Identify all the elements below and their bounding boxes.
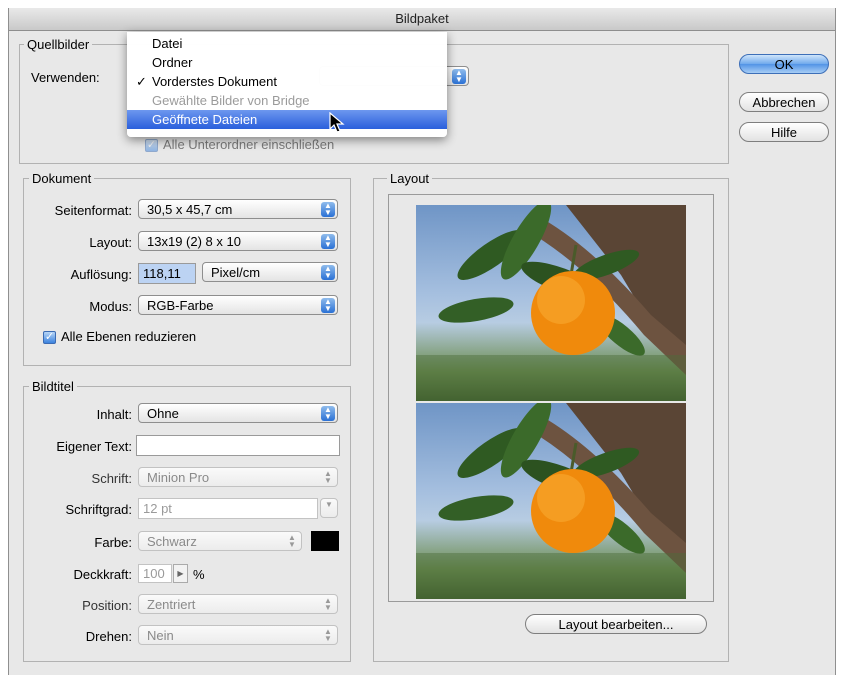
menu-item-frontmost-document[interactable]: ✓ Vorderstes Dokument xyxy=(127,72,447,91)
preview-image-bottom xyxy=(416,403,686,599)
font-value: Minion Pro xyxy=(147,470,210,485)
resolution-unit-value: Pixel/cm xyxy=(211,265,261,280)
layout-value: 13x19 (2) 8 x 10 xyxy=(147,234,241,249)
checkmark-icon: ✓ xyxy=(136,74,147,89)
caption-legend: Bildtitel xyxy=(29,379,77,394)
resolution-value: 118,11 xyxy=(143,266,181,281)
popup-arrows-icon: ▲ ▼ xyxy=(321,406,335,421)
mouse-cursor-icon xyxy=(329,112,345,133)
edit-layout-button[interactable]: Layout bearbeiten... xyxy=(525,614,707,634)
popup-arrows-icon: ▲ ▼ xyxy=(321,265,335,280)
popup-arrows-icon: ▲ ▼ xyxy=(321,234,335,249)
font-size-label: Schriftgrad: xyxy=(65,502,132,517)
mode-select[interactable]: RGB-Farbe ▲ ▼ xyxy=(138,295,338,315)
popup-arrows-icon: ▲ ▼ xyxy=(324,596,332,612)
color-select[interactable]: Schwarz ▲ ▼ xyxy=(138,531,302,551)
flatten-layers-checkbox[interactable]: ✓ xyxy=(43,331,56,344)
opacity-label: Deckkraft: xyxy=(73,567,132,582)
document-legend: Dokument xyxy=(29,171,95,186)
menu-item-label: Datei xyxy=(152,36,183,51)
include-subfolders-checkbox[interactable]: ✓ xyxy=(145,139,158,152)
font-select[interactable]: Minion Pro ▲ ▼ xyxy=(138,467,338,487)
caption-group xyxy=(23,386,351,662)
position-label: Position: xyxy=(82,598,132,613)
cancel-button[interactable]: Abbrechen xyxy=(739,92,829,112)
layout-preview-page xyxy=(388,194,714,602)
include-subfolders-label: Alle Unterordner einschließen xyxy=(163,137,335,152)
use-label: Verwenden: xyxy=(31,70,100,85)
resolution-input[interactable]: 118,11 xyxy=(138,263,196,284)
font-size-value: 12 pt xyxy=(143,501,172,516)
flatten-layers-label: Alle Ebenen reduzieren xyxy=(61,329,197,344)
menu-item-label: Vorderstes Dokument xyxy=(152,74,278,89)
resolution-unit-select[interactable]: Pixel/cm ▲ ▼ xyxy=(202,262,338,282)
rotate-label: Drehen: xyxy=(85,629,132,644)
help-button[interactable]: Hilfe xyxy=(739,122,829,142)
popup-arrows-icon: ▲ ▼ xyxy=(452,69,466,84)
content-value: Ohne xyxy=(147,406,179,421)
dialog-window: Bildpaket Quellbilder Verwenden: ▲ ▼ ✓ Al… xyxy=(8,8,836,675)
layout-select[interactable]: 13x19 (2) 8 x 10 ▲ ▼ xyxy=(138,231,338,251)
position-value: Zentriert xyxy=(147,597,196,612)
preview-image-top xyxy=(416,205,686,401)
opacity-value: 100 xyxy=(143,566,165,581)
custom-text-input[interactable] xyxy=(136,435,340,456)
ok-button[interactable]: OK xyxy=(739,54,829,74)
content-select[interactable]: Ohne ▲ ▼ xyxy=(138,403,338,423)
orange-photo xyxy=(416,205,686,401)
dialog-title: Bildpaket xyxy=(9,8,835,31)
mode-label: Modus: xyxy=(89,299,132,314)
menu-item-file[interactable]: Datei xyxy=(127,34,447,53)
font-label: Schrift: xyxy=(91,471,132,486)
custom-text-label: Eigener Text: xyxy=(56,439,132,454)
opacity-slider-button[interactable]: ▶ xyxy=(173,564,188,583)
triangle-right-icon: ▶ xyxy=(177,569,184,578)
use-dropdown-menu: Datei Ordner ✓ Vorderstes Dokument Gewäh… xyxy=(127,32,447,137)
menu-item-label: Geöffnete Dateien xyxy=(152,112,258,127)
menu-item-folder[interactable]: Ordner xyxy=(127,53,447,72)
font-size-input[interactable]: 12 pt xyxy=(138,498,318,519)
popup-arrows-icon: ▲ ▼ xyxy=(324,469,332,485)
resolution-label: Auflösung: xyxy=(70,267,132,282)
layout-label: Layout: xyxy=(89,235,132,250)
source-images-legend: Quellbilder xyxy=(24,37,93,52)
popup-arrows-icon: ▲ ▼ xyxy=(321,202,335,217)
popup-arrows-icon: ▲ ▼ xyxy=(324,627,332,643)
color-value: Schwarz xyxy=(147,534,197,549)
menu-item-open-files[interactable]: Geöffnete Dateien xyxy=(127,110,447,129)
popup-arrows-icon: ▲ ▼ xyxy=(321,298,335,313)
content-label: Inhalt: xyxy=(96,407,132,422)
layout-preview-legend: Layout xyxy=(387,171,433,186)
menu-item-label: Gewählte Bilder von Bridge xyxy=(152,93,310,108)
opacity-input[interactable]: 100 xyxy=(138,564,172,583)
page-size-label: Seitenformat: xyxy=(54,203,132,218)
color-swatch[interactable] xyxy=(311,531,339,551)
popup-arrows-icon: ▲ ▼ xyxy=(288,533,296,549)
rotate-value: Nein xyxy=(147,628,174,643)
chevron-down-icon: ▼ xyxy=(325,500,333,509)
position-select[interactable]: Zentriert ▲ ▼ xyxy=(138,594,338,614)
mode-value: RGB-Farbe xyxy=(147,298,214,313)
opacity-unit: % xyxy=(193,567,205,582)
font-size-dropdown-button[interactable]: ▼ xyxy=(320,498,338,518)
menu-item-bridge-selection: Gewählte Bilder von Bridge xyxy=(127,91,447,110)
color-label: Farbe: xyxy=(94,535,132,550)
rotate-select[interactable]: Nein ▲ ▼ xyxy=(138,625,338,645)
menu-item-label: Ordner xyxy=(152,55,193,70)
page-size-value: 30,5 x 45,7 cm xyxy=(147,202,233,217)
orange-photo xyxy=(416,403,686,599)
page-size-select[interactable]: 30,5 x 45,7 cm ▲ ▼ xyxy=(138,199,338,219)
